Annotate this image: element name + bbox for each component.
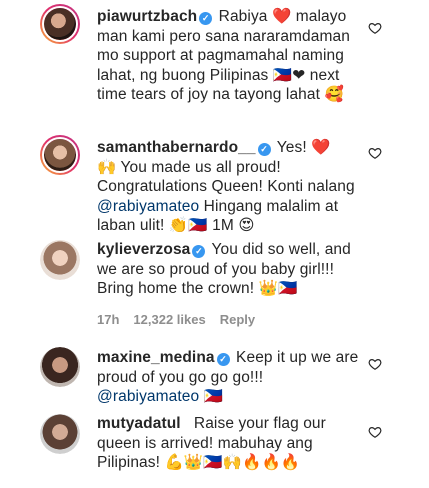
avatar[interactable] [40,4,80,44]
likes-count[interactable]: 12,322 likes [133,312,205,327]
comment-meta: 17h 12,322 likes Reply [97,312,269,327]
avatar[interactable] [40,414,80,454]
comment-text: piawurtzbach ✓ Rabiya ❤️ malayo man kami … [97,7,350,103]
comment-text: mutyadatul Raise your flag our queen is … [97,415,326,471]
heart-outline-icon[interactable] [368,146,382,160]
reply-button[interactable]: Reply [220,312,255,327]
mention-link[interactable]: @rabiyamateo [97,388,199,405]
mention-link[interactable]: @rabiyamateo [97,198,199,215]
verified-badge-icon: ✓ [199,12,213,25]
avatar[interactable] [40,347,80,387]
heart-outline-icon[interactable] [368,425,382,439]
verified-badge-icon: ✓ [216,353,230,366]
timestamp: 17h [97,312,120,327]
verified-badge-icon: ✓ [257,143,271,156]
heart-outline-icon[interactable] [368,21,382,35]
avatar[interactable] [40,135,80,175]
username[interactable]: kylieverzosa [97,241,190,258]
avatar[interactable] [40,240,80,280]
verified-badge-icon: ✓ [192,245,206,258]
comment-text: kylieverzosa ✓ You did so well, and we ar… [97,241,351,297]
heart-outline-icon[interactable] [368,357,382,371]
comment-text: samanthabernardo__ ✓ Yes! ❤️ 🙌 You made u… [97,138,355,234]
username[interactable]: maxine_medina [97,349,215,366]
username[interactable]: piawurtzbach [97,8,197,25]
username[interactable]: samanthabernardo__ [97,139,256,156]
username[interactable]: mutyadatul [97,415,181,432]
comment-text: maxine_medina ✓ Keep it up we are proud o… [97,349,359,405]
